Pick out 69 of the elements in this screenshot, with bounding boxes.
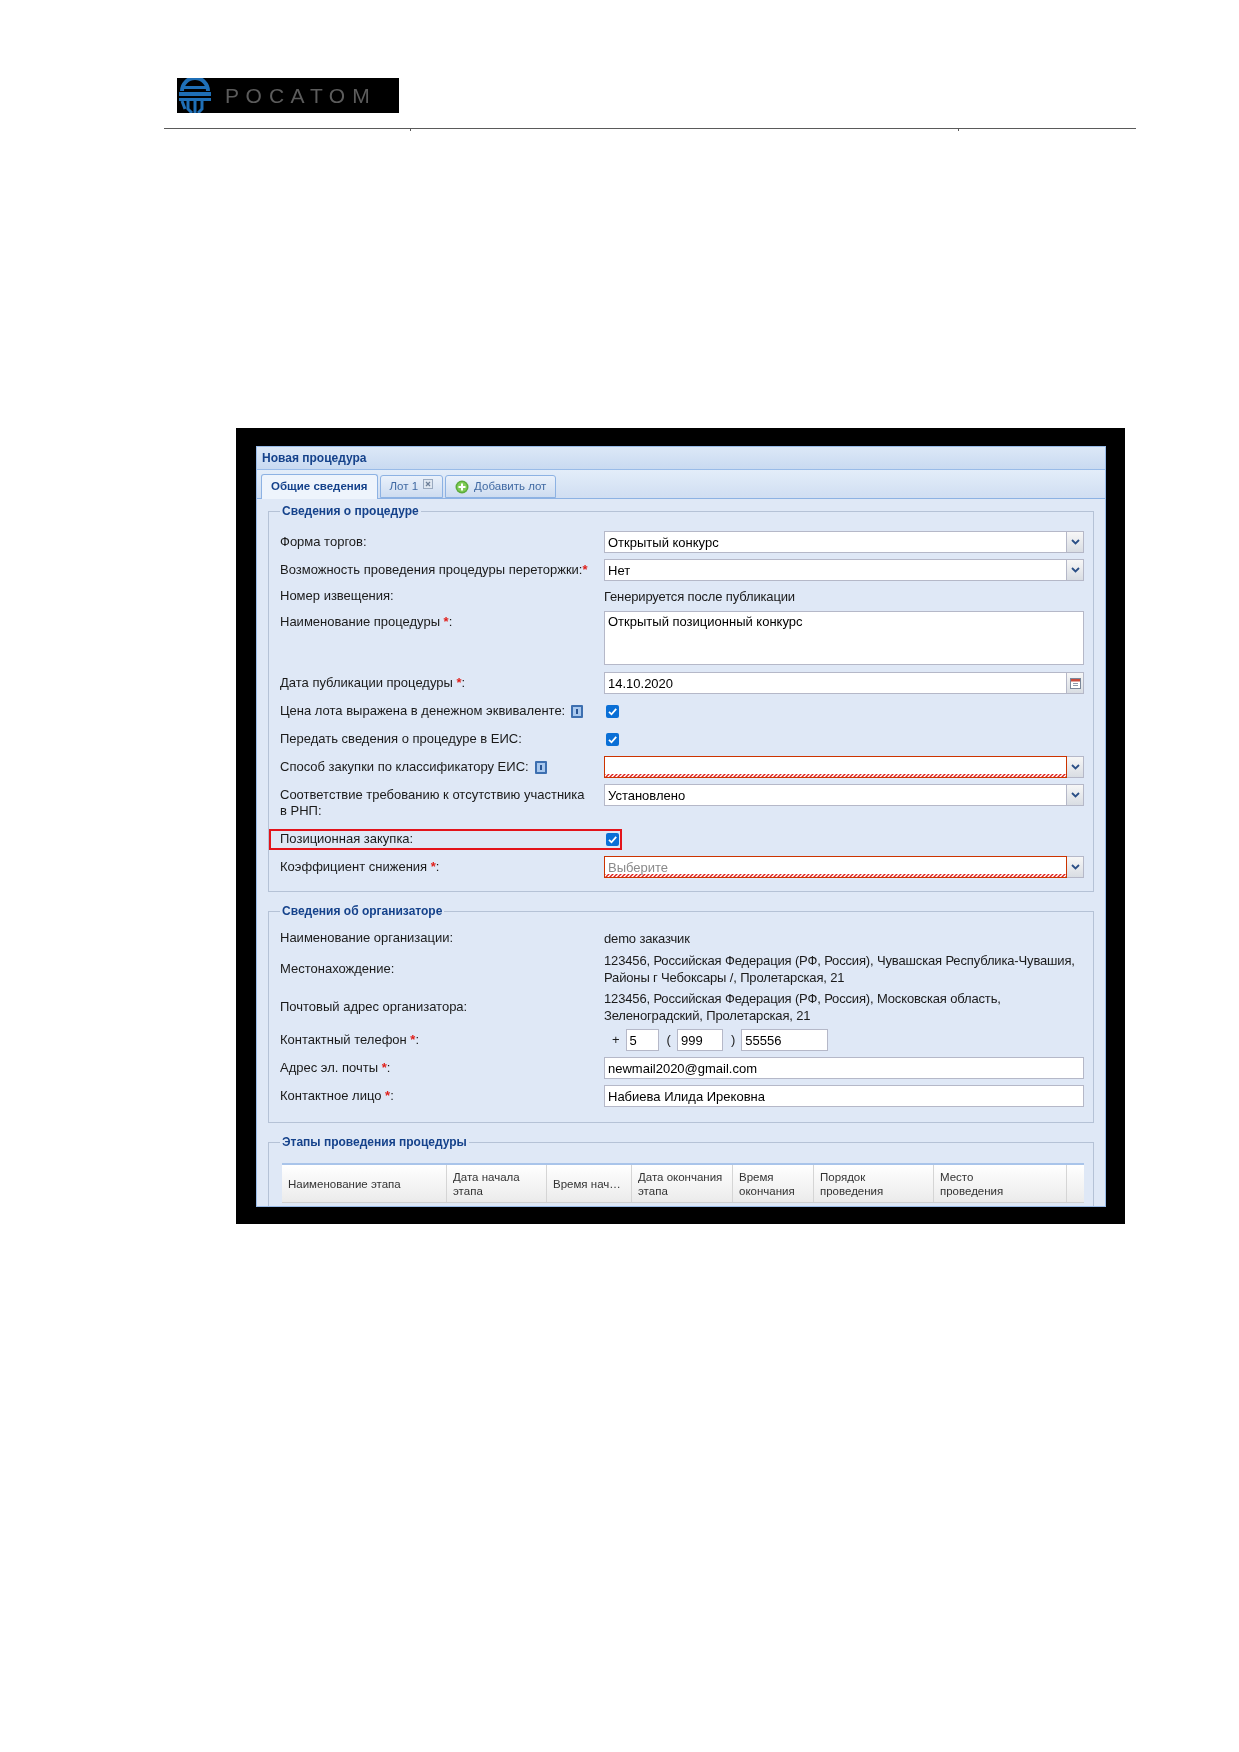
section-title: Этапы проведения процедуры	[281, 1134, 468, 1151]
field-label: Коэффициент снижения *:	[280, 859, 440, 875]
chevron-down-icon	[1070, 792, 1080, 798]
chevron-down-icon	[1070, 764, 1080, 770]
dropdown-button[interactable]	[1067, 784, 1084, 806]
field-label: Номер извещения:	[280, 588, 394, 604]
text-field[interactable]: Набиева Илида Ирековна	[604, 1085, 1084, 1107]
chevron-down-icon	[1070, 567, 1080, 573]
field-value: 123456, Российская Федерация (РФ, Россия), Московская область, Зеленоградский, Пролетарская, 21	[604, 990, 1002, 1024]
section-title: Сведения о процедуре	[281, 503, 420, 520]
field-label: Наименование организации:	[280, 930, 454, 946]
field-label: Соответствие требованию к отсутствию участника в РНП:	[280, 787, 586, 819]
field-label: Дата публикации процедуры *:	[280, 675, 466, 691]
emblem-icon	[177, 78, 213, 113]
phone-symbol: (	[666, 1031, 671, 1050]
field-label: Способ закупки по классификатору ЕИС:	[280, 759, 529, 775]
field-label: Контактный телефон *:	[280, 1032, 420, 1048]
select-field[interactable]: Выберите	[604, 856, 1067, 878]
tab[interactable]: Общие сведения	[261, 474, 378, 499]
field-label: Возможность проведения процедуры переторжки:*	[280, 562, 588, 578]
phone-field[interactable]: 999	[676, 1029, 723, 1051]
field-label: Местонахождение:	[280, 961, 395, 977]
calendar-icon	[1069, 677, 1081, 689]
date-field[interactable]: 14.10.2020	[604, 672, 1067, 694]
column-header[interactable]: Наименование этапа	[282, 1165, 447, 1202]
field-label: Форма торгов:	[280, 534, 367, 550]
section-title: Сведения об организаторе	[281, 903, 444, 920]
dropdown-button[interactable]	[1067, 531, 1084, 553]
field-value: 123456, Российская Федерация (РФ, Россия), Чувашская Республика-Чувашия, Районы г Чебоксары /, Пролетарская, 21	[604, 952, 1076, 986]
field-value: demo заказчик	[604, 929, 690, 947]
dropdown-button[interactable]	[1067, 856, 1084, 878]
date-picker-button[interactable]	[1067, 672, 1084, 694]
field-label: Адрес эл. почты *:	[280, 1060, 391, 1076]
field-label: Наименование процедуры *:	[280, 614, 453, 630]
field-label: Передать сведения о процедуре в ЕИС:	[280, 731, 522, 747]
dropdown-button[interactable]	[1067, 559, 1084, 581]
window-title: Новая процедура	[262, 450, 367, 467]
checkbox[interactable]	[606, 833, 619, 846]
field-label: Позиционная закупка:	[280, 831, 414, 847]
column-header[interactable]: Порядок проведения	[814, 1165, 934, 1202]
phone-symbol: +	[612, 1031, 620, 1050]
select-field[interactable]: Установлено	[604, 784, 1067, 806]
select-field[interactable]: Нет	[604, 559, 1067, 581]
column-header[interactable]: Время окончания	[733, 1165, 814, 1202]
textarea-field[interactable]: Открытый позиционный конкурс	[604, 611, 1084, 665]
logo-text: РОСАТОМ	[225, 85, 377, 106]
field-label: Цена лота выражена в денежном эквиваленте:	[280, 703, 566, 719]
add-lot-button[interactable]: Добавить лот	[445, 475, 557, 498]
tab[interactable]: Лот 1	[379, 475, 444, 498]
chevron-down-icon	[1070, 864, 1080, 870]
column-header[interactable]: Дата начала этапа	[447, 1165, 547, 1202]
phone-symbol: )	[730, 1031, 736, 1050]
chevron-down-icon	[1070, 539, 1080, 545]
column-header[interactable]: Место проведения	[934, 1165, 1067, 1202]
select-field[interactable]: Открытый конкурс	[604, 531, 1067, 553]
text-field[interactable]: newmail2020@gmail.com	[604, 1057, 1084, 1079]
checkbox[interactable]	[606, 733, 619, 746]
field-label: Контактное лицо *:	[280, 1088, 394, 1104]
close-icon[interactable]	[423, 478, 434, 489]
field-value: Генерируется после публикации	[604, 587, 795, 605]
phone-field[interactable]: 5	[625, 1029, 659, 1051]
checkbox[interactable]	[606, 705, 619, 718]
field-label: Почтовый адрес организатора:	[280, 999, 468, 1015]
dropdown-button[interactable]	[1067, 756, 1084, 778]
select-field[interactable]	[604, 756, 1067, 778]
column-header[interactable]: Дата окончания этапа	[632, 1165, 733, 1202]
phone-field[interactable]: 55556	[741, 1029, 829, 1051]
column-header[interactable]: Время нач…	[547, 1165, 632, 1202]
plus-icon	[455, 479, 470, 494]
